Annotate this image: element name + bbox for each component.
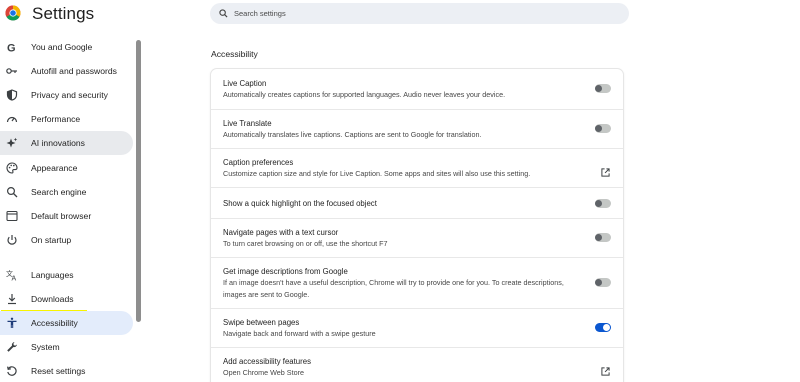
setting-row-add-accessibility-features[interactable]: Add accessibility features Open Chrome W… (211, 347, 623, 382)
sidebar: G You and Google Autofill and passwords … (0, 34, 134, 382)
sidebar-item-ai-innovations[interactable]: AI innovations (0, 131, 133, 155)
sidebar-item-you-and-google[interactable]: G You and Google (0, 35, 133, 59)
svg-text:G: G (7, 43, 16, 54)
live-translate-toggle[interactable] (595, 124, 611, 133)
sidebar-item-appearance[interactable]: Appearance (0, 156, 133, 180)
search-bar[interactable] (210, 3, 629, 24)
sidebar-item-languages[interactable]: 文A Languages (0, 263, 133, 287)
sidebar-item-default-browser[interactable]: Default browser (0, 204, 133, 228)
sidebar-item-search-engine[interactable]: Search engine (0, 180, 133, 204)
sidebar-item-on-startup[interactable]: On startup (0, 228, 133, 252)
translate-icon: 文A (6, 269, 18, 281)
search-input[interactable] (234, 9, 614, 18)
search-icon (6, 186, 18, 198)
wrench-icon (6, 341, 18, 353)
sparkle-icon (6, 137, 18, 149)
image-descriptions-toggle[interactable] (595, 278, 611, 287)
key-icon (6, 65, 18, 77)
focus-highlight-toggle[interactable] (595, 199, 611, 208)
speedometer-icon (6, 113, 18, 125)
setting-row-swipe-pages[interactable]: Swipe between pages Navigate back and fo… (211, 308, 623, 347)
palette-icon (6, 162, 18, 174)
shield-icon (6, 89, 18, 101)
download-icon (6, 293, 18, 305)
section-title: Accessibility (211, 49, 258, 59)
sidebar-item-reset-settings[interactable]: Reset settings (0, 359, 133, 382)
app-title: Settings (32, 4, 95, 23)
setting-row-caption-preferences[interactable]: Caption preferences Customize caption si… (211, 148, 623, 187)
external-link-icon[interactable] (601, 164, 610, 177)
setting-row-live-translate[interactable]: Live Translate Automatically translates … (211, 109, 623, 148)
setting-row-image-descriptions[interactable]: Get image descriptions from Google If an… (211, 257, 623, 308)
chrome-logo-icon (5, 5, 21, 21)
setting-row-live-caption[interactable]: Live Caption Automatically creates capti… (211, 69, 623, 109)
sidebar-scrollbar[interactable] (136, 40, 141, 322)
sidebar-item-downloads[interactable]: Downloads (0, 287, 133, 311)
accessibility-icon (6, 317, 18, 329)
power-icon (6, 234, 18, 246)
live-caption-toggle[interactable] (595, 84, 611, 93)
sidebar-item-performance[interactable]: Performance (0, 107, 133, 131)
svg-text:A: A (12, 276, 17, 282)
reset-icon (6, 365, 18, 377)
sidebar-item-privacy[interactable]: Privacy and security (0, 83, 133, 107)
sidebar-item-accessibility[interactable]: Accessibility (0, 311, 133, 335)
google-icon: G (6, 41, 18, 54)
setting-row-focus-highlight[interactable]: Show a quick highlight on the focused ob… (211, 187, 623, 218)
browser-icon (6, 210, 18, 222)
accessibility-card: Live Caption Automatically creates capti… (211, 69, 623, 382)
caret-browsing-toggle[interactable] (595, 233, 611, 242)
sidebar-item-autofill[interactable]: Autofill and passwords (0, 59, 133, 83)
search-icon (219, 9, 228, 18)
sidebar-item-system[interactable]: System (0, 335, 133, 359)
setting-row-caret-browsing[interactable]: Navigate pages with a text cursor To tur… (211, 218, 623, 257)
swipe-pages-toggle[interactable] (595, 323, 611, 332)
external-link-icon[interactable] (601, 363, 610, 376)
